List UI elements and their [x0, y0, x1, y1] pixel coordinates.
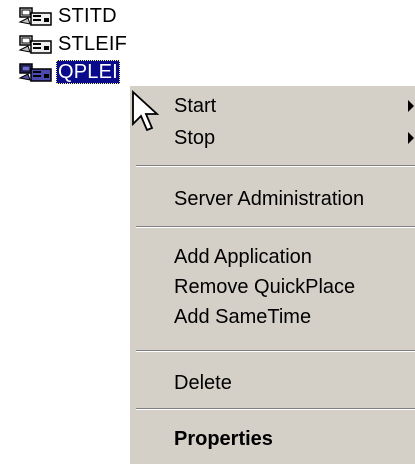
- menu-item-delete[interactable]: Delete: [130, 367, 415, 399]
- server-computer-icon: [18, 63, 52, 82]
- mouse-pointer-icon: [132, 90, 160, 132]
- menu-separator: [136, 226, 415, 228]
- menu-item-stop[interactable]: Stop: [130, 122, 415, 154]
- menu-separator: [136, 350, 415, 352]
- menu-item-label: Add Application: [174, 245, 312, 268]
- tree-item-stleif[interactable]: STLEIF: [18, 32, 129, 56]
- menu-item-label: Remove QuickPlace: [174, 275, 356, 298]
- menu-separator: [136, 408, 415, 410]
- submenu-arrow-icon: [408, 132, 414, 144]
- menu-separator: [136, 165, 415, 167]
- server-computer-icon: [18, 35, 52, 54]
- menu-item-add-application[interactable]: Add Application: [130, 241, 415, 273]
- tree-item-stitd[interactable]: STITD: [18, 4, 119, 28]
- menu-item-label: Start: [174, 94, 217, 117]
- tree-item-label: STITD: [58, 5, 117, 27]
- menu-item-label: Delete: [174, 371, 232, 394]
- menu-item-label: Server Administration: [174, 187, 365, 210]
- submenu-arrow-icon: [408, 100, 414, 112]
- menu-item-server-administration[interactable]: Server Administration: [130, 183, 415, 215]
- tree-item-label: STLEIF: [58, 33, 127, 55]
- tree-item-qplei[interactable]: QPLEI: [18, 60, 120, 84]
- menu-item-properties[interactable]: Properties: [130, 423, 415, 455]
- menu-item-label: Properties: [174, 427, 273, 450]
- menu-item-remove-quickplace[interactable]: Remove QuickPlace: [130, 271, 415, 303]
- context-menu: Start Stop Server Administration Add App…: [128, 84, 415, 464]
- menu-item-label: Add SameTime: [174, 305, 312, 328]
- tree-item-label-selected: QPLEI: [56, 60, 120, 84]
- menu-item-start[interactable]: Start: [130, 90, 415, 122]
- menu-item-add-sametime[interactable]: Add SameTime: [130, 301, 415, 333]
- menu-item-label: Stop: [174, 126, 216, 149]
- server-computer-icon: [18, 7, 52, 26]
